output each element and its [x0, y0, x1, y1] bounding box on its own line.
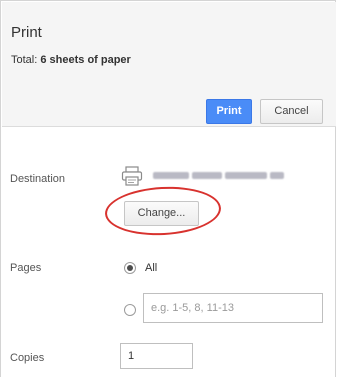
pages-custom-radio[interactable] — [124, 304, 136, 316]
print-button[interactable]: Print — [206, 99, 252, 124]
cancel-button[interactable]: Cancel — [260, 99, 323, 124]
print-dialog: Print Total: 6 sheets of paper Print Can… — [0, 0, 336, 377]
dialog-title: Print — [11, 24, 42, 41]
printer-icon — [121, 166, 143, 186]
pages-all-radio[interactable] — [124, 262, 136, 274]
print-header: Print Total: 6 sheets of paper Print Can… — [2, 2, 336, 127]
summary-prefix: Total: — [11, 54, 41, 66]
summary-value: 6 sheets of paper — [40, 54, 131, 66]
printer-name-redacted — [153, 172, 303, 181]
pages-all-label: All — [145, 262, 158, 274]
pages-range-input[interactable] — [143, 293, 323, 323]
highlight-annotation — [103, 183, 223, 239]
copies-label: Copies — [10, 352, 45, 364]
pages-label: Pages — [10, 262, 42, 274]
sheet-summary: Total: 6 sheets of paper — [11, 54, 131, 66]
copies-input[interactable] — [120, 343, 193, 369]
destination-label: Destination — [10, 173, 66, 185]
